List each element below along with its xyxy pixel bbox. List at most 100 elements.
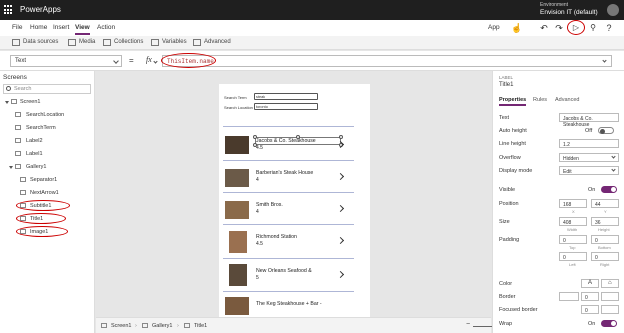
gallery-subtitle[interactable]: 5 <box>256 275 259 281</box>
chevron-right-icon[interactable] <box>336 172 345 181</box>
chevron-right-icon[interactable] <box>336 270 345 279</box>
app-launcher-icon[interactable] <box>4 5 14 15</box>
app-screen-preview[interactable]: Search Term steak Search Location toront… <box>219 84 370 317</box>
wrap-label: Wrap <box>499 321 513 327</box>
variables-button[interactable]: Variables <box>162 39 187 45</box>
breadcrumb-gallery1[interactable]: Gallery1 <box>152 323 172 329</box>
formula-input[interactable] <box>162 55 612 67</box>
tree-item-screen1[interactable]: Screen1 <box>20 99 41 105</box>
wrap-toggle[interactable] <box>601 320 617 327</box>
position-x-field[interactable]: 168 <box>559 199 587 208</box>
gallery-subtitle[interactable]: 4.5 <box>256 241 263 247</box>
control-name[interactable]: Title1 <box>499 82 513 88</box>
touch-icon[interactable]: ☝ <box>511 22 523 34</box>
label-icon <box>15 151 21 156</box>
undo-icon[interactable]: ↶ <box>538 22 550 34</box>
tree-item-label1[interactable]: Label1 <box>26 151 43 157</box>
app-settings-button[interactable]: App <box>488 24 500 31</box>
tree-item-label2[interactable]: Label2 <box>26 138 43 144</box>
chevron-down-icon[interactable] <box>153 59 158 64</box>
resize-handle[interactable] <box>339 135 343 139</box>
collapse-icon[interactable] <box>9 166 13 169</box>
collections-icon <box>103 39 111 46</box>
position-y-field[interactable]: 44 <box>591 199 619 208</box>
fx-icon[interactable]: fx <box>146 55 152 64</box>
gallery-subtitle[interactable]: 4 <box>256 177 259 183</box>
property-dropdown[interactable]: Text <box>10 55 122 67</box>
overflow-dropdown[interactable]: Hidden <box>559 153 619 162</box>
advanced-button[interactable]: Advanced <box>204 39 231 45</box>
chevron-right-icon[interactable] <box>336 236 345 245</box>
gallery-image[interactable] <box>225 201 249 219</box>
auto-height-state: Off <box>585 128 593 134</box>
tab-advanced[interactable]: Advanced <box>555 97 579 103</box>
chevron-right-icon[interactable] <box>336 204 345 213</box>
auto-height-toggle[interactable] <box>598 127 614 134</box>
gallery-image[interactable] <box>229 231 247 253</box>
gallery-title[interactable]: Barberian's Steak House <box>256 170 313 176</box>
gallery-title[interactable]: Smith Bros. <box>256 202 283 208</box>
padding-right-field[interactable]: 0 <box>591 252 619 261</box>
chevron-right-icon[interactable] <box>336 140 345 149</box>
gallery-image[interactable] <box>229 264 247 286</box>
tree-item-gallery1[interactable]: Gallery1 <box>26 164 46 170</box>
height-field[interactable]: 36 <box>591 217 619 226</box>
focused-border-color-swatch[interactable] <box>601 305 619 314</box>
fill-color-swatch[interactable]: ⌂ <box>601 279 619 288</box>
tree-item-searchlocation[interactable]: SearchLocation <box>26 112 64 118</box>
tab-properties[interactable]: Properties <box>499 97 527 106</box>
gallery-title[interactable]: Richmond Station <box>256 234 297 240</box>
search-term-label: Search Term <box>224 95 247 100</box>
title-bar: PowerApps Environment Envision IT (defau… <box>0 0 624 20</box>
menu-file[interactable]: File <box>12 24 22 31</box>
user-avatar[interactable] <box>607 4 619 16</box>
height-caption: Height <box>598 227 610 232</box>
gallery-image[interactable] <box>225 136 249 154</box>
gallery-subtitle[interactable]: 4.5 <box>256 145 263 151</box>
tree-item-nextarrow1[interactable]: NextArrow1 <box>30 190 59 196</box>
padding-bottom-field[interactable]: 0 <box>591 235 619 244</box>
gallery-image[interactable] <box>225 169 249 187</box>
collapse-icon[interactable] <box>5 101 9 104</box>
tree-item-searchterm[interactable]: SearchTerm <box>26 125 56 131</box>
collections-button[interactable]: Collections <box>114 39 143 45</box>
size-label: Size <box>499 219 510 225</box>
width-field[interactable]: 408 <box>559 217 587 226</box>
menu-bar: File Home Insert View Action App ☝ ↶ ↷ ▷… <box>0 20 624 36</box>
text-field[interactable]: Jacobs & Co. Steakhouse <box>559 113 619 128</box>
breadcrumb-title1[interactable]: Title1 <box>194 323 207 329</box>
gallery-separator <box>223 126 354 127</box>
text-color-swatch[interactable]: A <box>581 279 599 288</box>
text-input-icon <box>15 112 21 117</box>
border-style-dropdown[interactable] <box>559 292 579 301</box>
help-icon[interactable]: ? <box>603 22 615 34</box>
redo-icon[interactable]: ↷ <box>553 22 565 34</box>
breadcrumb-screen1[interactable]: Screen1 <box>111 323 132 329</box>
annotation-circle-formula <box>161 53 216 68</box>
gallery-subtitle[interactable]: 4 <box>256 209 259 215</box>
data-sources-button[interactable]: Data sources <box>23 39 58 45</box>
gallery-title[interactable]: Jacobs & Co. Steakhouse <box>256 138 316 144</box>
focused-border-field[interactable]: 0 <box>581 305 599 314</box>
gallery-image[interactable] <box>225 297 249 315</box>
line-height-field[interactable]: 1.2 <box>559 139 619 148</box>
menu-home[interactable]: Home <box>30 24 47 31</box>
environment-label: Environment <box>540 2 569 8</box>
menu-insert[interactable]: Insert <box>53 24 69 31</box>
display-mode-dropdown[interactable]: Edit <box>559 166 619 175</box>
border-color-swatch[interactable] <box>601 292 619 301</box>
menu-action[interactable]: Action <box>97 24 115 31</box>
visible-toggle[interactable] <box>601 186 617 193</box>
menu-view[interactable]: View <box>75 24 90 35</box>
user-icon[interactable]: ⚲ <box>587 22 599 34</box>
media-button[interactable]: Media <box>79 39 95 45</box>
environment-name[interactable]: Envision IT (default) <box>540 9 598 16</box>
padding-left-field[interactable]: 0 <box>559 252 587 261</box>
tab-rules[interactable]: Rules <box>533 97 547 103</box>
padding-top-field[interactable]: 0 <box>559 235 587 244</box>
zoom-out-button[interactable]: − <box>466 321 470 328</box>
gallery-title[interactable]: New Orleans Seafood & <box>256 268 312 274</box>
border-thickness-field[interactable]: 0 <box>581 292 599 301</box>
tree-item-separator1[interactable]: Separator1 <box>30 177 57 183</box>
gallery-title[interactable]: The Keg Steakhouse + Bar - <box>256 301 322 307</box>
